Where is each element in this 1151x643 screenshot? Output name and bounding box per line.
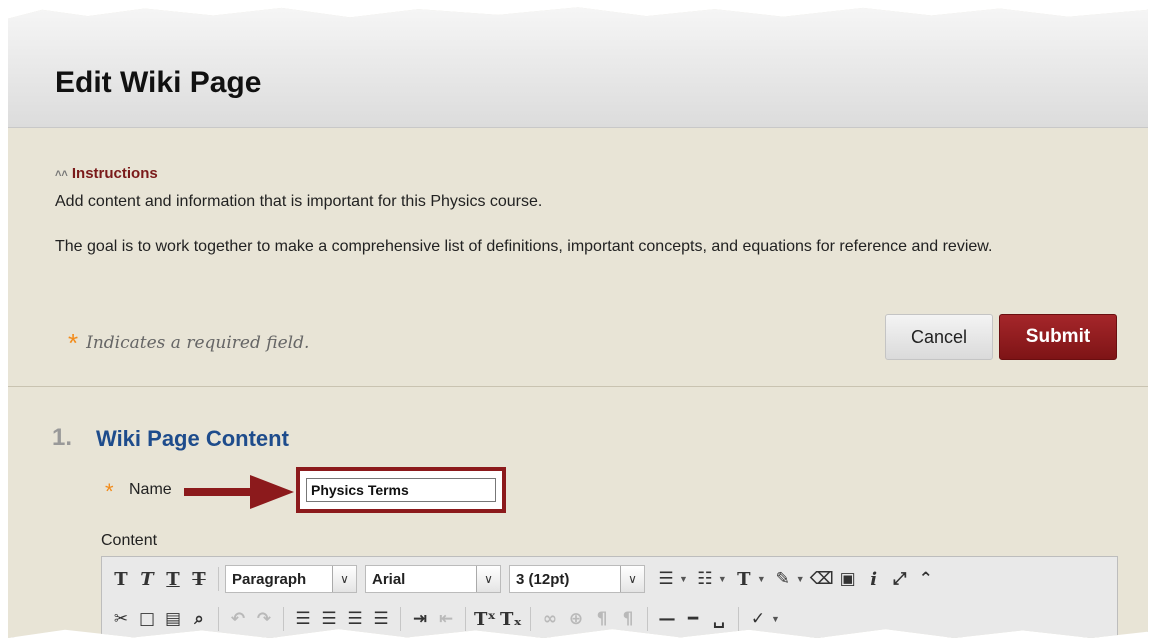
collapse-toolbar-icon[interactable]: ⌃ [913, 565, 939, 593]
underline-icon[interactable]: T [160, 565, 186, 593]
numbered-list-icon[interactable]: ☷ [692, 565, 718, 593]
info-icon[interactable]: i [861, 565, 887, 593]
paste-icon[interactable]: ▤ [160, 605, 186, 633]
toolbar-separator [283, 607, 284, 631]
subscript-icon[interactable]: Tₓ [498, 605, 524, 633]
size-select[interactable]: 3 (12pt) ∨ [509, 565, 645, 593]
section-title: Wiki Page Content [96, 426, 289, 451]
link-icon[interactable]: ∞ [537, 605, 563, 633]
rtl-icon[interactable]: ¶ [615, 605, 641, 633]
dropdown-caret-icon[interactable]: ▼ [718, 574, 727, 584]
align-right-icon[interactable]: ☰ [342, 605, 368, 633]
dropdown-caret-icon[interactable]: ▼ [679, 574, 688, 584]
preview-icon[interactable]: ▣ [835, 565, 861, 593]
ltr-icon[interactable]: ¶ [589, 605, 615, 633]
instructions-toggle[interactable]: ˄˄ Instructions [55, 165, 158, 182]
cancel-button[interactable]: Cancel [885, 314, 993, 360]
pointer-arrow-icon [184, 475, 294, 509]
toolbar-separator [400, 607, 401, 631]
page-frame: Edit Wiki Page ˄˄ Instructions Add conte… [8, 7, 1148, 638]
chevron-down-icon: ∨ [332, 566, 356, 592]
redo-icon[interactable]: ↷ [251, 605, 277, 633]
instructions-text-1: Add content and information that is impo… [55, 193, 543, 210]
size-select-value: 3 (12pt) [516, 570, 570, 588]
chevron-down-icon: ∨ [476, 566, 500, 592]
text-color-icon[interactable]: T [731, 565, 757, 593]
name-field-highlight [296, 467, 506, 513]
required-star-icon: * [68, 328, 79, 358]
toolbar-separator [218, 607, 219, 631]
strikethrough-icon[interactable]: T [186, 565, 212, 593]
name-required-star-icon: * [105, 479, 114, 504]
instructions-text-2: The goal is to work together to make a c… [55, 238, 993, 255]
copy-icon[interactable]: □ [134, 605, 160, 633]
toolbar-separator [738, 607, 739, 631]
superscript-icon[interactable]: Tˣ [472, 605, 498, 633]
toolbar-separator [218, 567, 219, 591]
required-field-note: * Indicates a required field. [68, 330, 309, 356]
align-center-icon[interactable]: ☰ [316, 605, 342, 633]
toolbar-row-1: T T T T Paragraph ∨ Arial ∨ 3 (12pt) ∨ ☰… [108, 562, 939, 596]
nonbreaking-space-icon[interactable]: ␣ [706, 605, 732, 633]
undo-icon[interactable]: ↶ [225, 605, 251, 633]
page-header: Edit Wiki Page [8, 7, 1148, 128]
toolbar-separator [647, 607, 648, 631]
indent-icon[interactable]: ⇥ [407, 605, 433, 633]
thick-rule-icon[interactable]: ━ [680, 605, 706, 633]
submit-button[interactable]: Submit [999, 314, 1117, 360]
italic-icon[interactable]: T [134, 565, 160, 593]
toolbar-row-2: ✂ □ ▤ ⌕ ↶ ↷ ☰ ☰ ☰ ☰ ⇥ ⇤ Tˣ Tₓ ∞ ⊕ ¶ ¶ — … [108, 602, 784, 636]
justify-icon[interactable]: ☰ [368, 605, 394, 633]
chevron-down-icon: ∨ [620, 566, 644, 592]
unlink-icon[interactable]: ⊕ [563, 605, 589, 633]
editor-toolbar: T T T T Paragraph ∨ Arial ∨ 3 (12pt) ∨ ☰… [101, 556, 1118, 638]
name-input[interactable] [306, 478, 496, 502]
horizontal-rule-icon[interactable]: — [654, 605, 680, 633]
eraser-icon[interactable]: ⌫ [809, 565, 835, 593]
find-icon[interactable]: ⌕ [186, 605, 212, 633]
name-label: Name [129, 481, 172, 498]
format-select[interactable]: Paragraph ∨ [225, 565, 357, 593]
cut-icon[interactable]: ✂ [108, 605, 134, 633]
highlight-icon[interactable]: ✎ [770, 565, 796, 593]
dropdown-caret-icon[interactable]: ▼ [757, 574, 766, 584]
align-left-icon[interactable]: ☰ [290, 605, 316, 633]
instructions-toggle-label: Instructions [71, 165, 158, 182]
dropdown-caret-icon[interactable]: ▼ [796, 574, 805, 584]
content-label: Content [101, 532, 158, 549]
toolbar-separator [465, 607, 466, 631]
collapse-up-icon: ˄˄ [55, 167, 68, 180]
font-select[interactable]: Arial ∨ [365, 565, 501, 593]
section-number: 1. [52, 424, 73, 451]
format-select-value: Paragraph [232, 570, 307, 588]
section-divider [8, 386, 1148, 387]
spellcheck-icon[interactable]: ✓ [745, 605, 771, 633]
page-title: Edit Wiki Page [55, 66, 262, 99]
font-select-value: Arial [372, 570, 406, 588]
toolbar-separator [530, 607, 531, 631]
dropdown-caret-icon[interactable]: ▼ [771, 614, 780, 624]
bullet-list-icon[interactable]: ☰ [653, 565, 679, 593]
fullscreen-icon[interactable]: ⤢ [887, 565, 913, 593]
outdent-icon[interactable]: ⇤ [433, 605, 459, 633]
required-field-text: Indicates a required field. [86, 333, 310, 353]
bold-icon[interactable]: T [108, 565, 134, 593]
